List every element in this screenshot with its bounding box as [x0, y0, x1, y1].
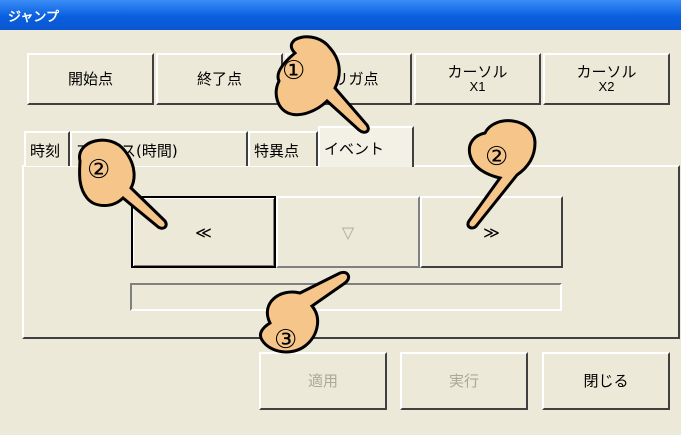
callout-3-text: ③	[274, 325, 297, 355]
tab-singular-point-label: 特異点	[254, 142, 300, 160]
start-point-label: 開始点	[67, 69, 113, 88]
prev-arrow-icon: ≪	[195, 222, 212, 242]
callout-2-left-text: ②	[87, 155, 110, 185]
callout-1-text: ①	[282, 56, 305, 86]
close-label: 閉じる	[583, 371, 629, 390]
callout-hand-3-icon: ③	[258, 270, 351, 355]
cursor-x2-button[interactable]: カーソル X2	[543, 53, 670, 105]
tab-time-label: 時刻	[30, 142, 61, 160]
title-bar: ジャンプ	[0, 0, 681, 30]
callout-2-right-text: ②	[485, 142, 508, 172]
window-title: ジャンプ	[8, 10, 59, 25]
apply-label: 適用	[307, 371, 338, 390]
down-triangle-icon: ▽	[341, 222, 355, 242]
callout-hand-2-right-icon: ②	[466, 119, 537, 230]
callout-hand-2-left-icon: ②	[78, 138, 168, 230]
close-button[interactable]: 閉じる	[542, 352, 670, 410]
tab-time[interactable]: 時刻	[24, 131, 70, 166]
cursor-x2-label: カーソル	[576, 63, 637, 81]
cursor-x1-label: カーソル	[447, 63, 508, 81]
callout-hand-1-icon: ①	[274, 35, 370, 134]
tab-event-label: イベント	[324, 140, 385, 158]
run-button[interactable]: 実行	[400, 352, 528, 410]
run-label: 実行	[448, 371, 479, 390]
cursor-x1-sub: X1	[469, 79, 486, 94]
cursor-x1-button[interactable]: カーソル X1	[414, 53, 541, 105]
start-point-button[interactable]: 開始点	[27, 53, 154, 105]
down-button[interactable]: ▽	[276, 196, 420, 268]
cursor-x2-sub: X2	[598, 79, 615, 94]
end-point-label: 終了点	[196, 69, 242, 88]
